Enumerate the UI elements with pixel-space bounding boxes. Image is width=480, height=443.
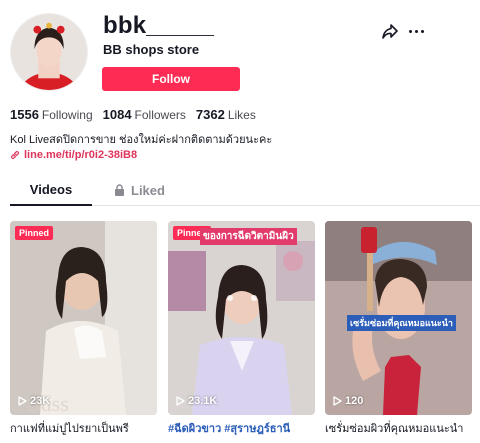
video-caption[interactable]: เซรั่มซ่อมผิวที่คุณหมอแนะนำ bbox=[325, 419, 472, 437]
following-stat[interactable]: 1556 Following bbox=[10, 107, 93, 122]
tab-videos-label: Videos bbox=[29, 181, 73, 197]
play-icon bbox=[176, 396, 185, 406]
profile-link-text: line.me/ti/p/r0i2-38iB8 bbox=[24, 149, 138, 161]
likes-label: Likes bbox=[227, 108, 256, 122]
profile-stats: 1556 Following 1084 Followers 7362 Likes bbox=[10, 107, 256, 122]
lock-icon bbox=[115, 184, 124, 196]
more-options-icon[interactable] bbox=[409, 28, 427, 34]
video-overlay-text: เซรั่มซ่อมที่คุณหมอแนะนำ bbox=[347, 315, 456, 331]
view-count: 120 bbox=[333, 395, 363, 407]
followers-stat[interactable]: 1084 Followers bbox=[103, 107, 186, 122]
profile-username: bbk_____ bbox=[103, 12, 215, 39]
view-count: 23K bbox=[18, 395, 50, 407]
tab-liked-label: Liked bbox=[131, 182, 165, 198]
video-caption-hashtags[interactable]: #ฉีดผิวขาว #สุราษฎร์ธานี bbox=[168, 423, 290, 435]
video-card[interactable]: Buss Pinned 23K bbox=[10, 221, 157, 415]
tab-liked[interactable]: Liked bbox=[114, 174, 165, 206]
play-icon bbox=[18, 396, 27, 406]
follow-button[interactable]: Follow bbox=[102, 67, 240, 91]
video-thumbnail bbox=[168, 221, 315, 415]
following-count: 1556 bbox=[10, 107, 39, 122]
link-icon bbox=[11, 151, 19, 159]
likes-count: 7362 bbox=[195, 107, 225, 122]
video-overlay-text: ของการฉีดวิตามินผิว bbox=[200, 228, 297, 245]
following-label: Following bbox=[41, 108, 93, 122]
pinned-badge: Pinned bbox=[15, 226, 54, 240]
tab-videos[interactable]: Videos bbox=[10, 174, 92, 206]
view-count-value: 120 bbox=[345, 395, 364, 407]
followers-count: 1084 bbox=[102, 107, 132, 122]
view-count: 23.1K bbox=[176, 395, 217, 407]
share-icon[interactable] bbox=[381, 22, 399, 40]
video-caption[interactable]: #ฉีดผิวขาว #สุราษฎร์ธานี bbox=[168, 419, 315, 437]
view-count-value: 23.1K bbox=[188, 395, 218, 407]
profile-nickname: BB shops store bbox=[103, 42, 200, 57]
profile-bio: Kol Liveสดปิดการขาย ช่องใหม่ค่ะฝากติดตาม… bbox=[10, 134, 273, 146]
video-thumbnail: Buss bbox=[10, 221, 157, 415]
content-tabs: Videos Liked bbox=[10, 174, 480, 206]
likes-stat: 7362 Likes bbox=[196, 107, 256, 122]
play-icon bbox=[333, 396, 342, 406]
video-card[interactable]: Pinned ของการฉีดวิตามินผิว 23.1K bbox=[168, 221, 315, 415]
profile-link[interactable]: line.me/ti/p/r0i2-38iB8 bbox=[10, 149, 137, 161]
view-count-value: 23K bbox=[30, 395, 51, 407]
avatar[interactable] bbox=[10, 13, 88, 91]
followers-label: Followers bbox=[134, 108, 186, 122]
avatar-image bbox=[11, 14, 87, 90]
video-card[interactable]: เซรั่มซ่อมที่คุณหมอแนะนำ 120 bbox=[325, 221, 472, 415]
video-caption[interactable]: กาแฟที่แม่ปูไปรยาเป็นพรี bbox=[10, 419, 157, 437]
